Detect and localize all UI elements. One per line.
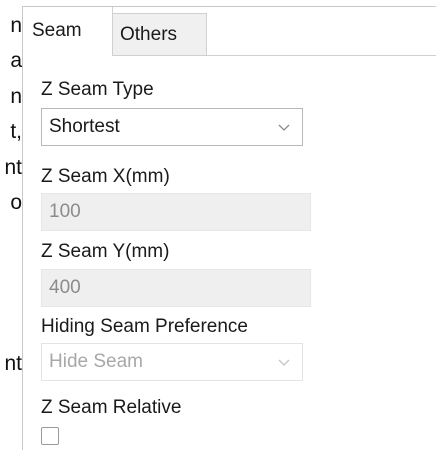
settings-window: n a n t, nt o nt Seam Others Z Seam Type… — [0, 0, 436, 450]
left-fragment: n — [10, 14, 22, 37]
left-fragment: n — [10, 85, 22, 108]
z-seam-x-label: Z Seam X(mm) — [41, 166, 170, 187]
hiding-seam-preference-select[interactable]: Hide Seam — [41, 343, 303, 381]
chevron-down-icon — [278, 124, 290, 131]
left-fragment: a — [10, 49, 22, 72]
z-seam-type-select[interactable]: Shortest — [41, 108, 303, 146]
hiding-seam-preference-label: Hiding Seam Preference — [41, 316, 248, 337]
tab-seam[interactable]: Seam — [23, 7, 113, 55]
z-seam-x-value: 100 — [49, 201, 81, 222]
left-fragment: nt — [4, 352, 22, 375]
hiding-seam-preference-value: Hide Seam — [49, 351, 143, 372]
z-seam-relative-label: Z Seam Relative — [41, 397, 182, 418]
left-fragment: nt — [4, 156, 22, 179]
z-seam-x-input[interactable]: 100 — [41, 193, 311, 231]
z-seam-y-input[interactable]: 400 — [41, 269, 311, 307]
left-clipped-text: n a n t, nt o nt — [0, 0, 22, 450]
tab-bar: Seam Others — [23, 7, 436, 57]
tab-others[interactable]: Others — [113, 13, 207, 55]
z-seam-y-value: 400 — [49, 277, 81, 298]
left-fragment: o — [10, 191, 22, 214]
chevron-down-icon — [278, 359, 290, 366]
left-fragment: t, — [10, 120, 22, 143]
seam-settings-panel: Seam Others Z Seam Type Shortest Z Seam … — [22, 6, 436, 450]
z-seam-type-value: Shortest — [49, 116, 120, 137]
z-seam-type-label: Z Seam Type — [41, 79, 154, 100]
z-seam-relative-checkbox[interactable] — [41, 427, 59, 445]
z-seam-y-label: Z Seam Y(mm) — [41, 241, 170, 262]
